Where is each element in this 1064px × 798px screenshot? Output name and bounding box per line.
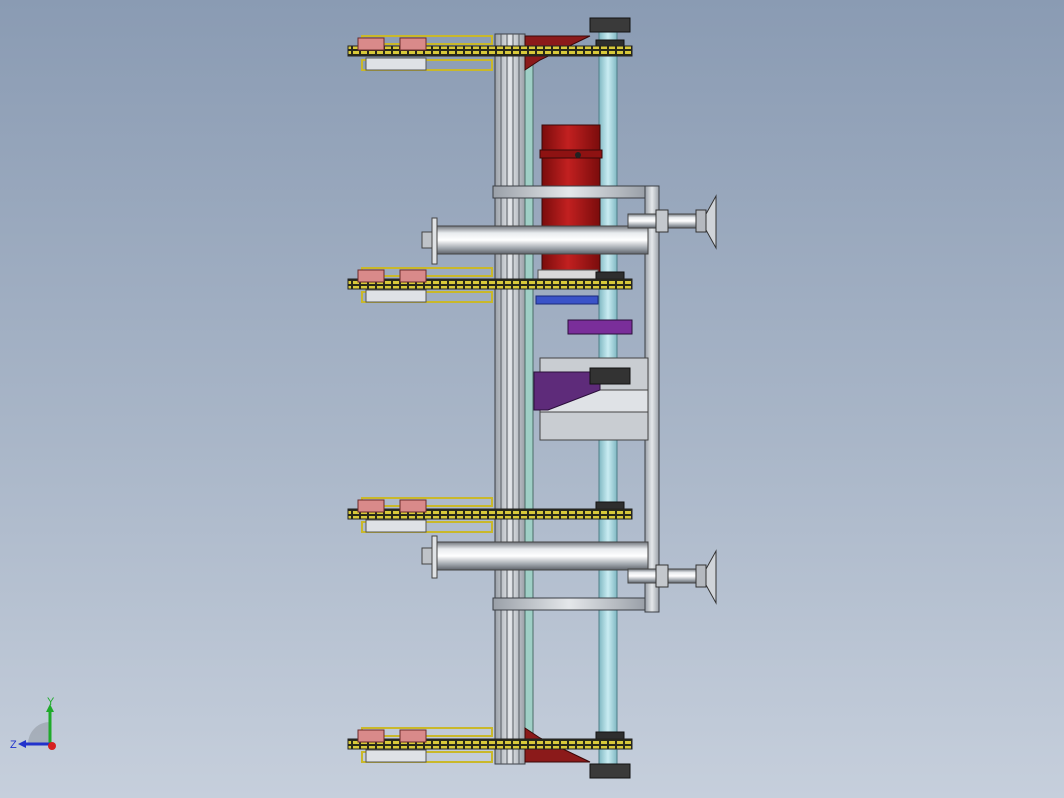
chain-tier-1[interactable] [347,35,633,71]
triad-plane-icon [28,722,50,744]
motor[interactable] [537,124,603,286]
cad-viewport[interactable]: Y Z [0,0,1064,798]
orientation-triad[interactable]: Y Z [6,696,70,760]
chain-tier-3[interactable] [347,497,633,533]
assembly-model[interactable] [0,0,1064,798]
triad-y-label: Y [47,696,55,708]
x-axis-dot-icon [48,742,56,750]
chain-tier-4[interactable] [347,727,633,763]
gearbox-block[interactable] [533,295,649,441]
triad-z-label: Z [10,739,17,751]
vertical-frame-column[interactable] [494,33,534,765]
z-arrow-icon [18,740,26,748]
